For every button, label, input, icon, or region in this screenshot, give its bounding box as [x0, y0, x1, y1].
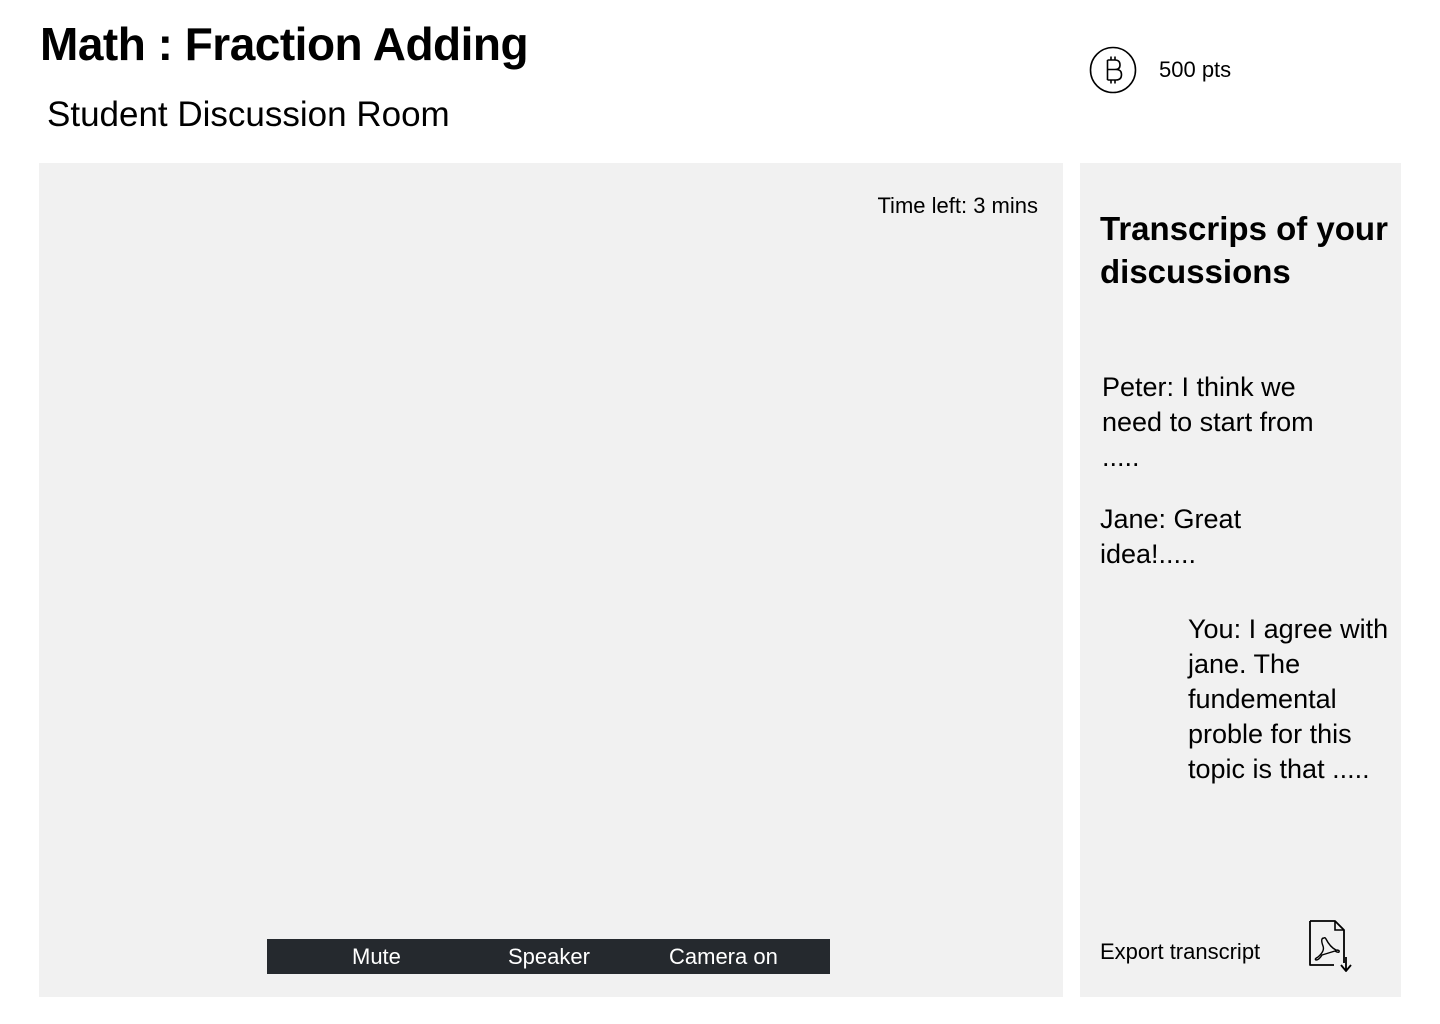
transcript-title: Transcrips of your discussions: [1100, 210, 1388, 290]
page-subtitle: Student Discussion Room: [47, 95, 450, 134]
export-transcript-label[interactable]: Export transcript: [1100, 939, 1260, 965]
video-area[interactable]: Time left: 3 mins Mute Speaker Camera on: [39, 163, 1063, 997]
speaker-button[interactable]: Speaker: [508, 939, 590, 974]
transcript-message-jane: Jane: Great idea!.....: [1100, 504, 1242, 569]
transcript-panel: Transcrips of your discussions Peter: I …: [1080, 163, 1401, 997]
page-title: Math : Fraction Adding: [40, 18, 529, 70]
bitcoin-coin-icon: [1089, 46, 1137, 94]
mute-button[interactable]: Mute: [352, 939, 401, 974]
pdf-download-icon[interactable]: [1308, 919, 1358, 975]
transcript-message-you: You: I agree with jane. The fundemental …: [1188, 614, 1389, 784]
points-display: 500 pts: [1088, 44, 1231, 96]
camera-toggle-button[interactable]: Camera on: [669, 939, 778, 974]
time-left-label: Time left: 3 mins: [877, 193, 1038, 218]
points-value: 500 pts: [1159, 57, 1232, 82]
transcript-message-peter: Peter: I think we need to start from ...…: [1102, 372, 1314, 472]
call-control-bar: Mute Speaker Camera on: [267, 939, 830, 974]
